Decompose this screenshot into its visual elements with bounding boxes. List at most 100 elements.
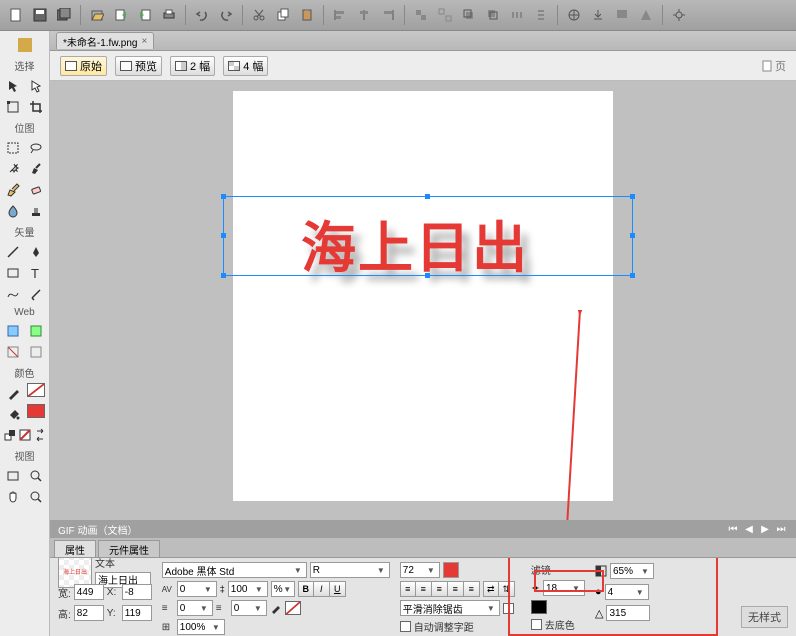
stamp-tool[interactable] — [26, 201, 46, 221]
marquee-tool[interactable] — [3, 138, 23, 158]
font-size-dropdown[interactable]: 72▼ — [400, 562, 440, 578]
indent1-input[interactable]: 0▼ — [177, 600, 213, 616]
align-center-button[interactable]: ≡ — [416, 581, 432, 597]
width-input[interactable]: 449 — [74, 584, 104, 600]
tracking-pct[interactable]: 100%▼ — [177, 619, 225, 635]
view-preview-button[interactable]: 预览 — [115, 56, 162, 76]
new-icon[interactable] — [6, 5, 26, 25]
italic-button[interactable]: I — [314, 581, 330, 597]
export-icon[interactable] — [111, 5, 131, 25]
canvas-page[interactable]: 海上日出 海上日出 — [233, 91, 613, 501]
align-right-button[interactable]: ≡ — [432, 581, 448, 597]
cut-icon[interactable] — [249, 5, 269, 25]
slice-tool[interactable] — [26, 321, 46, 341]
align-justify-button[interactable]: ≡ — [448, 581, 464, 597]
prev-frame-icon[interactable]: ◀ — [742, 523, 756, 535]
blur-tool[interactable] — [3, 201, 23, 221]
distribute-v-icon[interactable] — [531, 5, 551, 25]
knife-tool[interactable] — [26, 284, 46, 304]
swap-colors-icon[interactable] — [32, 425, 47, 445]
stroke-color[interactable] — [285, 601, 301, 615]
line-tool[interactable] — [3, 242, 23, 262]
show-slice-icon[interactable] — [26, 342, 46, 362]
indent2-input[interactable]: 0▼ — [231, 600, 267, 616]
save-icon[interactable] — [30, 5, 50, 25]
bold-button[interactable]: B — [298, 581, 314, 597]
bring-front-icon[interactable] — [459, 5, 479, 25]
stroke-color-icon[interactable] — [4, 383, 24, 403]
height-input[interactable]: 82 — [74, 605, 104, 621]
open-icon[interactable] — [87, 5, 107, 25]
align-stretch-button[interactable]: ≡ — [464, 581, 480, 597]
preview-icon[interactable] — [612, 5, 632, 25]
view-2up-button[interactable]: 2 幅 — [170, 56, 215, 76]
antialias-dropdown[interactable]: 平滑消除锯齿▼ — [400, 600, 500, 616]
paste-icon[interactable] — [297, 5, 317, 25]
align-left-button[interactable]: ≡ — [400, 581, 416, 597]
y-input[interactable]: 119 — [122, 605, 152, 621]
undo-icon[interactable] — [192, 5, 212, 25]
leading-unit[interactable]: %▼ — [271, 581, 295, 597]
send-back-icon[interactable] — [483, 5, 503, 25]
download-icon[interactable] — [588, 5, 608, 25]
copy-icon[interactable] — [273, 5, 293, 25]
settings-icon[interactable] — [669, 5, 689, 25]
rect-tool[interactable] — [3, 263, 23, 283]
print-icon[interactable] — [159, 5, 179, 25]
import-icon[interactable] — [135, 5, 155, 25]
align-center-icon[interactable] — [354, 5, 374, 25]
autokern-checkbox[interactable] — [400, 621, 411, 632]
pen-tool[interactable] — [26, 242, 46, 262]
hide-slice-icon[interactable] — [3, 342, 23, 362]
fill-color-icon[interactable] — [4, 404, 24, 424]
distribute-h-icon[interactable] — [507, 5, 527, 25]
text-tool[interactable]: T — [26, 263, 46, 283]
save-all-icon[interactable] — [54, 5, 74, 25]
screen-mode-icon[interactable] — [3, 466, 23, 486]
wand-tool[interactable] — [3, 159, 23, 179]
no-style-button[interactable]: 无样式 — [741, 606, 788, 628]
stroke-color-swatch[interactable] — [27, 383, 45, 397]
brush-tool[interactable] — [26, 159, 46, 179]
pencil-tool[interactable] — [3, 180, 23, 200]
canvas-area[interactable]: 海上日出 海上日出 — [50, 81, 796, 520]
freeform-tool[interactable] — [3, 284, 23, 304]
pointer-tool[interactable] — [3, 76, 23, 96]
lasso-tool[interactable] — [26, 138, 46, 158]
crop-tool[interactable] — [26, 97, 46, 117]
view-4up-button[interactable]: 4 幅 — [223, 56, 268, 76]
view-original-button[interactable]: 原始 — [60, 56, 107, 76]
fill-color-swatch[interactable] — [27, 404, 45, 418]
tab-component-properties[interactable]: 元件属性 — [98, 540, 160, 557]
default-colors-icon[interactable] — [2, 425, 17, 445]
orient-h-button[interactable]: ⇄ — [483, 581, 499, 597]
tracking-input[interactable]: 0▼ — [177, 581, 217, 597]
zoom-tool[interactable] — [26, 466, 46, 486]
group-icon[interactable] — [411, 5, 431, 25]
ungroup-icon[interactable] — [435, 5, 455, 25]
hotspot-tool[interactable] — [3, 321, 23, 341]
redo-icon[interactable] — [216, 5, 236, 25]
document-tab[interactable]: *未命名-1.fw.png × — [56, 32, 154, 49]
tab-properties[interactable]: 属性 — [54, 540, 96, 557]
first-frame-icon[interactable]: ⏮ — [726, 523, 740, 535]
fill-color-chip[interactable] — [443, 562, 459, 578]
font-style-dropdown[interactable]: R▼ — [310, 562, 390, 578]
close-icon[interactable]: × — [141, 36, 147, 47]
warn-icon[interactable] — [636, 5, 656, 25]
x-input[interactable]: -8 — [122, 584, 152, 600]
subselect-tool[interactable] — [26, 76, 46, 96]
next-frame-icon[interactable]: ▶ — [758, 523, 772, 535]
page-indicator[interactable]: 页 — [762, 58, 786, 74]
align-right-icon[interactable] — [378, 5, 398, 25]
launch-icon[interactable] — [564, 5, 584, 25]
eraser-tool[interactable] — [26, 180, 46, 200]
leading-input[interactable]: 100▼ — [228, 581, 268, 597]
font-family-dropdown[interactable]: Adobe 黑体 Std▼ — [162, 562, 307, 578]
underline-button[interactable]: U — [330, 581, 346, 597]
align-left-icon[interactable] — [330, 5, 350, 25]
hand-tool[interactable] — [3, 487, 23, 507]
no-color-icon[interactable] — [17, 425, 32, 445]
zoom-tool2[interactable] — [26, 487, 46, 507]
scale-tool[interactable] — [3, 97, 23, 117]
